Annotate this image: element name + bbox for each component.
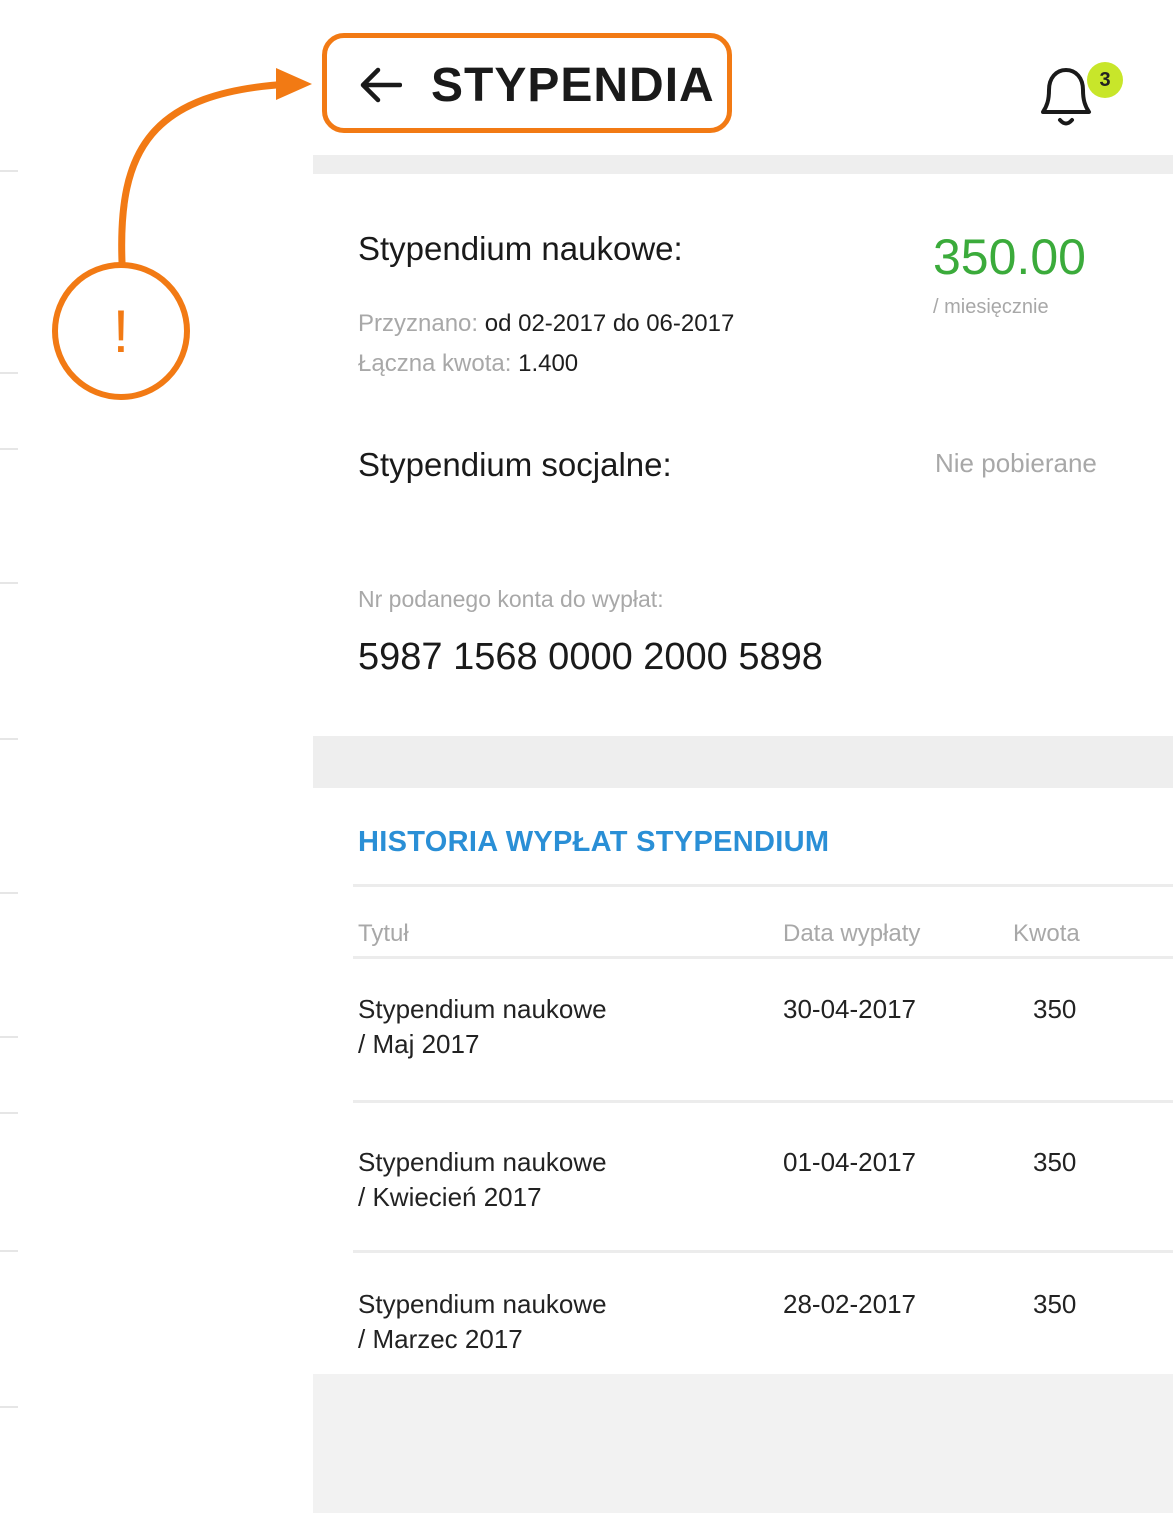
callout-arrow xyxy=(118,68,312,266)
callout-highlight-box xyxy=(322,33,732,133)
callout-marker: ! xyxy=(52,262,190,400)
